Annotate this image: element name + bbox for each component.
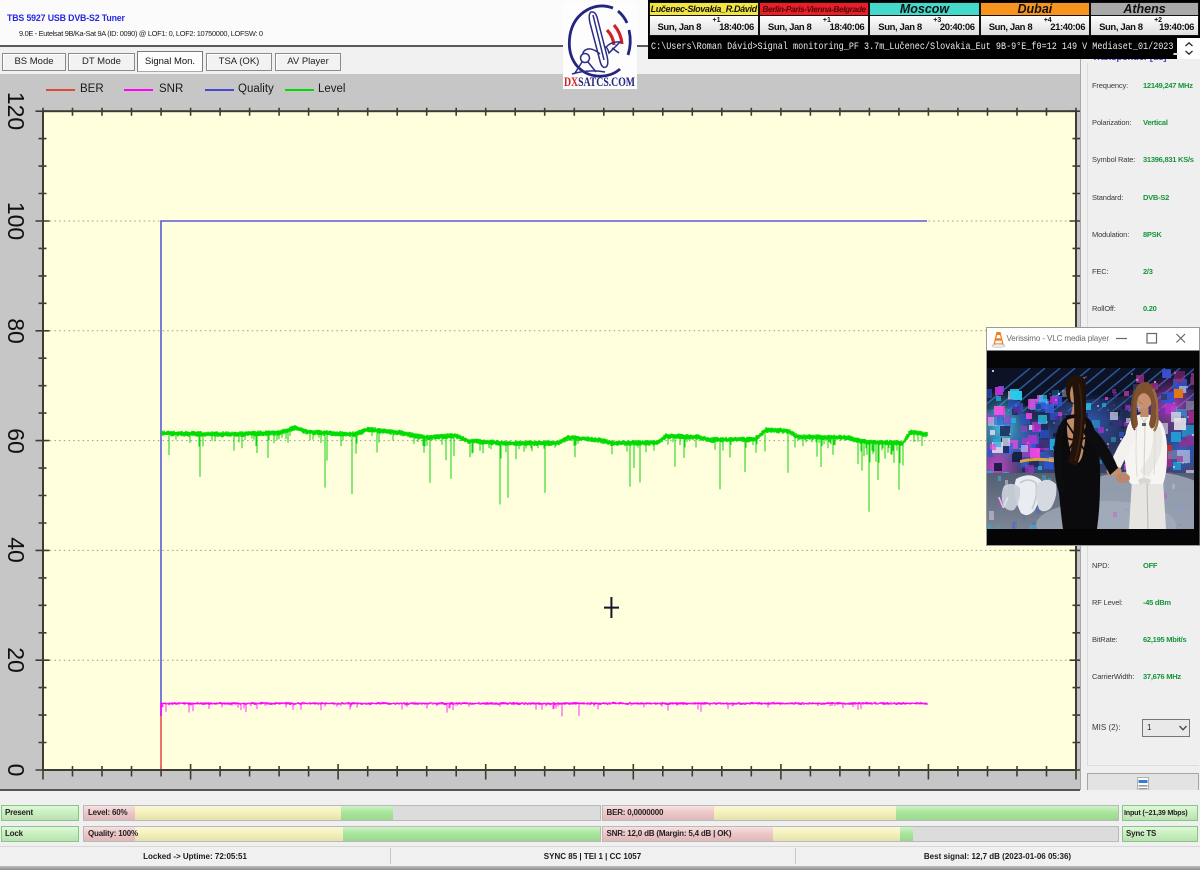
svg-text:V: V [998, 495, 1009, 512]
svg-text:DXSATCS.COM: DXSATCS.COM [564, 75, 635, 89]
svg-text:Verissimo - VLC media player: Verissimo - VLC media player [1007, 334, 1110, 343]
